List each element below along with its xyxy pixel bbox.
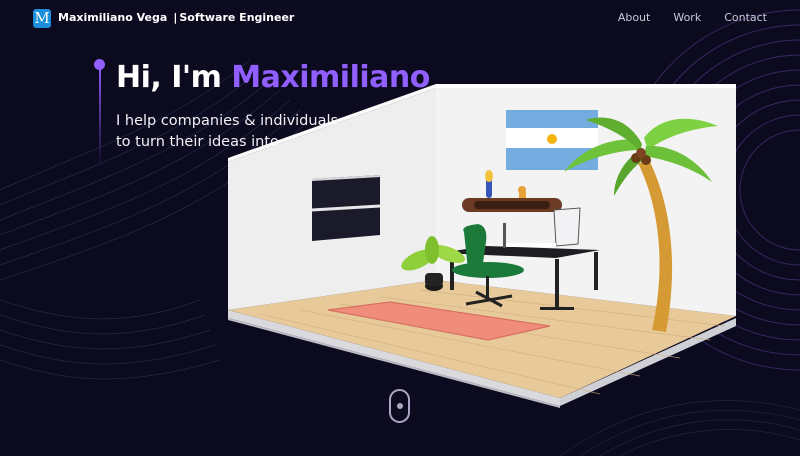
main-nav: About Work Contact — [618, 11, 767, 24]
brand-name: Maximiliano Vega — [58, 11, 168, 24]
m-logo-icon[interactable]: M — [33, 9, 51, 28]
nav-link-contact[interactable]: Contact — [724, 11, 767, 24]
top-navbar: M Maximiliano Vega | Software Engineer Abo… — [0, 0, 800, 38]
room-window — [311, 175, 381, 241]
room-back-wall-top — [436, 84, 736, 88]
mouse-scroll-icon — [396, 403, 403, 409]
accent-line — [99, 64, 101, 167]
brand-role: Software Engineer — [179, 11, 295, 24]
brand-link[interactable]: Maximiliano Vega | Software Engineer — [58, 11, 294, 24]
nav-link-work[interactable]: Work — [673, 11, 701, 24]
nav-link-about[interactable]: About — [618, 11, 651, 24]
brand-separator: | — [173, 11, 178, 24]
laptop-screen — [553, 207, 581, 247]
hero-greeting: Hi, I'm — [116, 60, 222, 95]
3d-room-illustration[interactable] — [220, 78, 780, 418]
scroll-down-button[interactable] — [389, 389, 410, 423]
